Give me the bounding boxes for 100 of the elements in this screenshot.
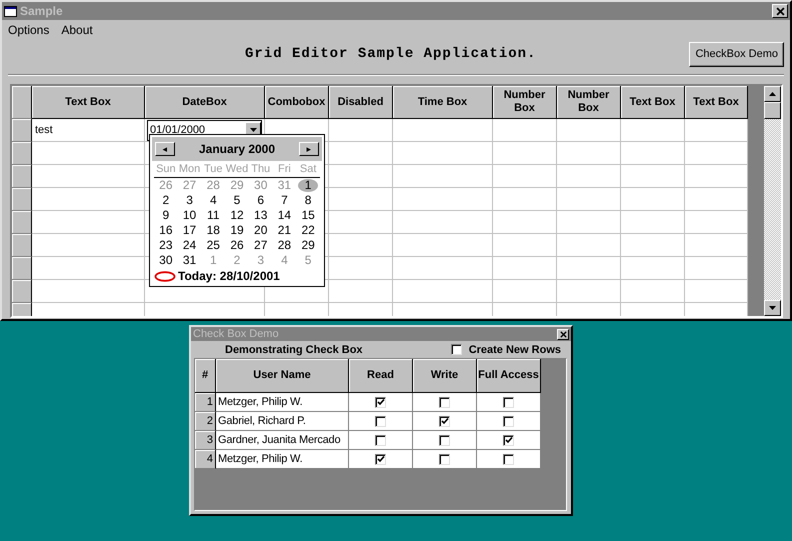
day-name: Sat — [296, 163, 320, 178]
calendar-day[interactable]: 14 — [272, 208, 296, 223]
row-header[interactable] — [12, 165, 32, 188]
checkbox[interactable] — [450, 344, 462, 355]
calendar-day[interactable]: 25 — [201, 238, 226, 253]
calendar-day[interactable]: 29 — [296, 238, 320, 253]
column-header[interactable]: Time Box — [393, 86, 493, 119]
calendar-day[interactable]: 20 — [248, 223, 273, 238]
table-cell: test — [32, 119, 145, 142]
column-header[interactable]: Disabled — [329, 86, 393, 119]
column-header[interactable]: User Name — [216, 359, 349, 393]
close-button[interactable] — [772, 4, 788, 18]
calendar-day[interactable]: 12 — [225, 208, 249, 223]
row-header[interactable] — [12, 119, 32, 142]
close-icon — [776, 6, 784, 16]
row-header[interactable] — [12, 234, 32, 257]
calendar-day[interactable]: 18 — [201, 223, 226, 238]
close-button[interactable] — [557, 328, 569, 340]
calendar-day[interactable]: 30 — [154, 253, 178, 268]
checkbox[interactable] — [439, 396, 450, 408]
table-cell — [621, 280, 685, 303]
calendar-day[interactable]: 27 — [248, 238, 273, 253]
checkbox[interactable] — [375, 454, 386, 464]
checkbox[interactable] — [375, 416, 386, 426]
today-link[interactable]: Today: 28/10/2001 — [178, 269, 280, 283]
calendar-day[interactable]: 2 — [154, 193, 178, 208]
day-name: Fri — [272, 163, 296, 178]
table-cell — [557, 257, 621, 280]
row-number: 2 — [195, 412, 216, 431]
column-header[interactable]: Combobox — [265, 86, 329, 119]
calendar-day[interactable]: 26 — [225, 238, 249, 253]
calendar-day[interactable]: 10 — [178, 208, 202, 223]
checkbox[interactable] — [503, 454, 514, 464]
checkbox[interactable] — [439, 454, 450, 464]
calendar-day[interactable]: 28 — [272, 238, 296, 253]
column-header[interactable]: DateBox — [145, 86, 265, 119]
calendar-day[interactable]: 17 — [178, 223, 202, 238]
menu-item[interactable]: Options — [8, 23, 50, 37]
column-header[interactable]: Text Box — [621, 86, 685, 119]
column-header[interactable]: Read — [349, 359, 413, 393]
table-cell — [685, 119, 748, 142]
column-header[interactable]: Write — [413, 359, 477, 393]
calendar-day[interactable]: 16 — [154, 223, 178, 238]
calendar-day[interactable]: 23 — [154, 238, 178, 253]
checkbox[interactable] — [439, 434, 450, 446]
calendar-day[interactable]: 13 — [248, 208, 273, 223]
checkbox-demo-button[interactable]: CheckBox Demo — [689, 42, 784, 66]
calendar-day[interactable]: 22 — [296, 223, 320, 238]
checkbox[interactable] — [503, 396, 514, 408]
calendar-day[interactable]: 5 — [225, 193, 249, 208]
column-header[interactable]: # — [195, 359, 216, 393]
table-cell — [557, 119, 621, 142]
calendar-day[interactable]: 19 — [225, 223, 249, 238]
column-header[interactable]: Number Box — [493, 86, 557, 119]
table-cell — [621, 165, 685, 188]
row-number: 4 — [195, 450, 216, 469]
table-cell — [493, 257, 557, 280]
day-name: Sun — [154, 163, 178, 178]
row-header[interactable] — [12, 280, 32, 303]
table-cell — [621, 211, 685, 234]
calendar-day[interactable]: 11 — [201, 208, 226, 223]
calendar-day[interactable]: 24 — [178, 238, 202, 253]
next-month-button[interactable]: ▸ — [299, 142, 319, 156]
table-cell: Metzger, Philip W. — [216, 393, 349, 412]
calendar-month: January 2000 — [198, 142, 276, 156]
calendar-day[interactable]: 9 — [154, 208, 178, 223]
table-cell — [557, 188, 621, 211]
calendar-day[interactable]: 21 — [272, 223, 296, 238]
column-header[interactable]: Number Box — [557, 86, 621, 119]
checkbox[interactable] — [503, 434, 514, 446]
row-header[interactable] — [12, 211, 32, 234]
scrollbar[interactable] — [764, 86, 781, 316]
column-header[interactable]: Text Box — [32, 86, 145, 119]
checkbox[interactable] — [375, 396, 386, 408]
table-cell — [621, 188, 685, 211]
table-cell — [329, 142, 393, 165]
previous-month-button[interactable]: ◂ — [155, 142, 175, 156]
row-number: 3 — [195, 431, 216, 450]
calendar-day[interactable]: 8 — [296, 193, 320, 208]
checkbox[interactable] — [375, 434, 386, 446]
table-cell — [621, 142, 685, 165]
corner-cell[interactable] — [12, 86, 32, 119]
column-header[interactable]: Full Access — [477, 359, 541, 393]
calendar-day[interactable]: 31 — [178, 253, 202, 268]
column-header[interactable]: Text Box — [685, 86, 748, 119]
scroll-thumb[interactable] — [764, 102, 781, 119]
row-header[interactable] — [12, 142, 32, 165]
menu-item[interactable]: About — [61, 23, 93, 37]
row-header[interactable] — [12, 257, 32, 280]
calendar-day[interactable]: 3 — [178, 193, 202, 208]
table-cell: Gabriel, Richard P. — [216, 412, 349, 431]
calendar-day[interactable]: 15 — [296, 208, 320, 223]
calendar-day[interactable]: 1 — [298, 179, 318, 192]
table-cell — [685, 165, 748, 188]
calendar-day[interactable]: 4 — [201, 193, 226, 208]
checkbox[interactable] — [503, 416, 514, 426]
checkbox[interactable] — [439, 416, 450, 426]
row-header[interactable] — [12, 188, 32, 211]
calendar-day[interactable]: 7 — [272, 193, 296, 208]
calendar-day[interactable]: 6 — [248, 193, 273, 208]
